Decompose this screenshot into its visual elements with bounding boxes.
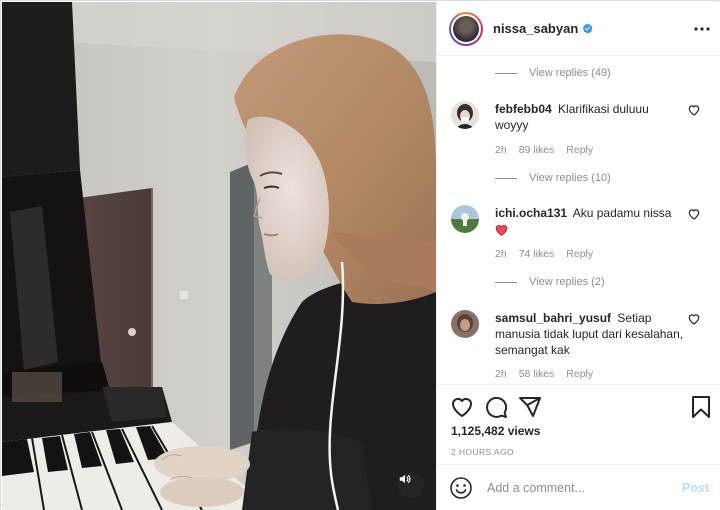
comment-avatar[interactable] (451, 310, 479, 338)
comment-icon[interactable] (484, 395, 508, 419)
volume-icon (399, 474, 411, 484)
more-options-icon (694, 27, 710, 31)
volume-toggle-button[interactable] (398, 472, 424, 498)
post-video[interactable] (2, 2, 436, 510)
view-replies-button[interactable]: View replies (10) (495, 172, 611, 184)
comment-like-icon[interactable] (687, 103, 701, 117)
emoji-icon[interactable] (449, 476, 473, 500)
heart-emoji-icon (495, 225, 508, 236)
comment-time: 2h (495, 144, 507, 156)
comment-meta: 2h 58 likes Reply (495, 368, 593, 380)
author-username-link[interactable]: nissa_sabyan (493, 21, 593, 36)
add-comment-bar: Post (437, 464, 720, 510)
comment-avatar[interactable] (451, 205, 479, 233)
author-avatar[interactable] (449, 11, 483, 46)
post-header: nissa_sabyan (437, 2, 720, 56)
post-comment-button[interactable]: Post (682, 481, 709, 495)
view-replies-button[interactable]: View replies (49) (495, 67, 611, 79)
view-replies-label: View replies (2) (529, 276, 605, 288)
comment-reply-button[interactable]: Reply (566, 248, 593, 260)
comment-likes[interactable]: 74 likes (519, 248, 555, 260)
comment-username[interactable]: febfebb04 (495, 102, 552, 116)
comment-time: 2h (495, 368, 507, 380)
comment-like-icon[interactable] (687, 312, 701, 326)
comment-reply-button[interactable]: Reply (566, 144, 593, 156)
post-timestamp[interactable]: 2 HOURS AGO (451, 447, 514, 457)
more-options-button[interactable] (693, 20, 711, 38)
comment-input[interactable] (487, 480, 682, 495)
comment-username[interactable]: ichi.ocha131 (495, 206, 567, 220)
comment-likes[interactable]: 58 likes (519, 368, 555, 380)
comment-avatar[interactable] (451, 101, 479, 129)
comment-reply-button[interactable]: Reply (566, 368, 593, 380)
heart-icon[interactable] (450, 395, 474, 419)
video-frame (2, 2, 436, 510)
comment-text: samsul_bahri_yusuf Setiap manusia tidak … (495, 310, 685, 358)
view-count[interactable]: 1,125,482 views (451, 424, 540, 438)
comment-like-icon[interactable] (687, 207, 701, 221)
comment-text: ichi.ocha131 Aku padamu nissa (495, 205, 685, 240)
comment-meta: 2h 74 likes Reply (495, 248, 593, 260)
post-side-panel: nissa_sabyan View replies (49) febfebb04… (436, 2, 720, 510)
comment-meta: 2h 89 likes Reply (495, 144, 593, 156)
view-replies-label: View replies (10) (529, 172, 611, 184)
comment-content: Aku padamu nissa (572, 206, 672, 220)
comment-username[interactable]: samsul_bahri_yusuf (495, 311, 611, 325)
comments-list[interactable]: View replies (49) febfebb04 Klarifikasi … (437, 57, 720, 384)
share-icon[interactable] (518, 395, 542, 419)
post-actions: 1,125,482 views 2 HOURS AGO (437, 384, 720, 464)
comment-time: 2h (495, 248, 507, 260)
view-replies-button[interactable]: View replies (2) (495, 276, 605, 288)
view-replies-label: View replies (49) (529, 67, 611, 79)
author-username[interactable]: nissa_sabyan (493, 21, 578, 36)
comment-likes[interactable]: 89 likes (519, 144, 555, 156)
comment-text: febfebb04 Klarifikasi duluuu woyyy (495, 101, 685, 133)
bookmark-icon[interactable] (689, 395, 713, 419)
post-dialog: nissa_sabyan View replies (49) febfebb04… (0, 0, 720, 510)
verified-badge-icon (583, 23, 593, 34)
